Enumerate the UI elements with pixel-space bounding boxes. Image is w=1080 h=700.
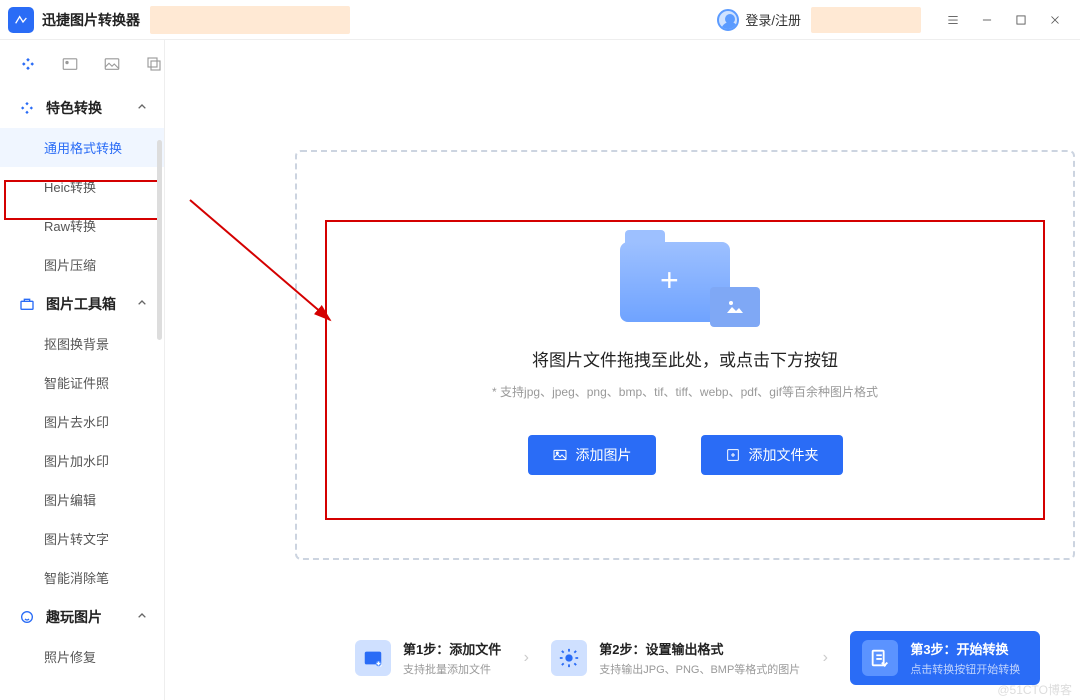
sidebar: 特色转换 通用格式转换 Heic转换 Raw转换 图片压缩 图片工具箱 抠图换背… — [0, 40, 165, 700]
app-name: 迅捷图片转换器 — [42, 10, 140, 30]
titlebar: 迅捷图片转换器 登录/注册 — [0, 0, 1080, 40]
sidebar-item-edit[interactable]: 图片编辑 — [0, 480, 164, 519]
group-label: 趣玩图片 — [46, 607, 102, 627]
sidebar-item-cutout[interactable]: 抠图换背景 — [0, 324, 164, 363]
close-button[interactable] — [1038, 3, 1072, 37]
step-arrow-icon: › — [501, 649, 551, 667]
step-1: 第1步：添加文件 支持批量添加文件 — [355, 639, 501, 677]
minimize-button[interactable] — [970, 3, 1004, 37]
add-image-button[interactable]: 添加图片 — [528, 435, 656, 475]
nav-icon-2[interactable] — [60, 54, 80, 74]
chevron-up-icon — [134, 99, 150, 118]
sidebar-item-compress[interactable]: 图片压缩 — [0, 245, 164, 284]
promo-banner-2 — [811, 7, 921, 33]
chevron-up-icon — [134, 295, 150, 314]
toolbox-icon — [18, 295, 36, 313]
step-2: 第2步：设置输出格式 支持输出JPG、PNG、BMP等格式的图片 — [551, 639, 800, 677]
maximize-button[interactable] — [1004, 3, 1038, 37]
steps-bar: 第1步：添加文件 支持批量添加文件 › 第2步：设置输出格式 支持输出JPG、P… — [355, 628, 1070, 688]
step-sub: 点击转换按钮开始转换 — [910, 661, 1020, 677]
step-3[interactable]: 第3步：开始转换 点击转换按钮开始转换 — [850, 631, 1040, 685]
nav-icon-4[interactable] — [144, 54, 164, 74]
step-sub: 支持输出JPG、PNG、BMP等格式的图片 — [599, 661, 800, 677]
sidebar-group-featured[interactable]: 特色转换 — [0, 88, 164, 128]
featured-icon — [18, 99, 36, 117]
step-title: 第1步：添加文件 — [403, 639, 501, 658]
step-title: 第3步：开始转换 — [910, 639, 1020, 658]
step2-icon — [551, 640, 587, 676]
nav-icon-3[interactable] — [102, 54, 122, 74]
login-link[interactable]: 登录/注册 — [745, 10, 801, 29]
sidebar-item-restore[interactable]: 照片修复 — [0, 637, 164, 676]
sidebar-item-add-watermark[interactable]: 图片加水印 — [0, 441, 164, 480]
dropzone[interactable]: + 将图片文件拖拽至此处，或点击下方按钮 * 支持jpg、jpeg、png、bm… — [325, 220, 1045, 520]
add-folder-button[interactable]: 添加文件夹 — [701, 435, 843, 475]
sidebar-item-general-convert[interactable]: 通用格式转换 — [0, 128, 164, 167]
group-label: 图片工具箱 — [46, 294, 116, 314]
sidebar-group-fun[interactable]: 趣玩图片 — [0, 597, 164, 637]
fun-icon — [18, 608, 36, 626]
step-title: 第2步：设置输出格式 — [599, 639, 800, 658]
sidebar-scrollbar[interactable] — [157, 140, 162, 340]
sidebar-item-heic[interactable]: Heic转换 — [0, 167, 164, 206]
step3-icon — [862, 640, 898, 676]
step1-icon — [355, 640, 391, 676]
button-label: 添加文件夹 — [749, 445, 819, 465]
dropzone-subtitle: * 支持jpg、jpeg、png、bmp、tif、tiff、webp、pdf、g… — [492, 383, 878, 400]
folder-add-icon: + — [615, 222, 755, 332]
sidebar-item-eraser[interactable]: 智能消除笔 — [0, 558, 164, 597]
watermark: @51CTO博客 — [997, 681, 1072, 698]
menu-button[interactable] — [936, 3, 970, 37]
chevron-up-icon — [134, 608, 150, 627]
sidebar-group-toolbox[interactable]: 图片工具箱 — [0, 284, 164, 324]
sidebar-item-idphoto[interactable]: 智能证件照 — [0, 363, 164, 402]
dropzone-title: 将图片文件拖拽至此处，或点击下方按钮 — [532, 346, 838, 371]
avatar-icon[interactable] — [717, 9, 739, 31]
button-label: 添加图片 — [576, 445, 632, 465]
app-logo — [8, 7, 34, 33]
step-sub: 支持批量添加文件 — [403, 661, 501, 677]
group-label: 特色转换 — [46, 98, 102, 118]
sidebar-item-ocr[interactable]: 图片转文字 — [0, 519, 164, 558]
nav-icon-1[interactable] — [18, 54, 38, 74]
main-area: + 将图片文件拖拽至此处，或点击下方按钮 * 支持jpg、jpeg、png、bm… — [165, 40, 1080, 700]
sidebar-item-raw[interactable]: Raw转换 — [0, 206, 164, 245]
step-arrow-icon: › — [800, 649, 850, 667]
sidebar-topnav — [0, 40, 164, 88]
promo-banner — [150, 6, 350, 34]
sidebar-item-remove-watermark[interactable]: 图片去水印 — [0, 402, 164, 441]
